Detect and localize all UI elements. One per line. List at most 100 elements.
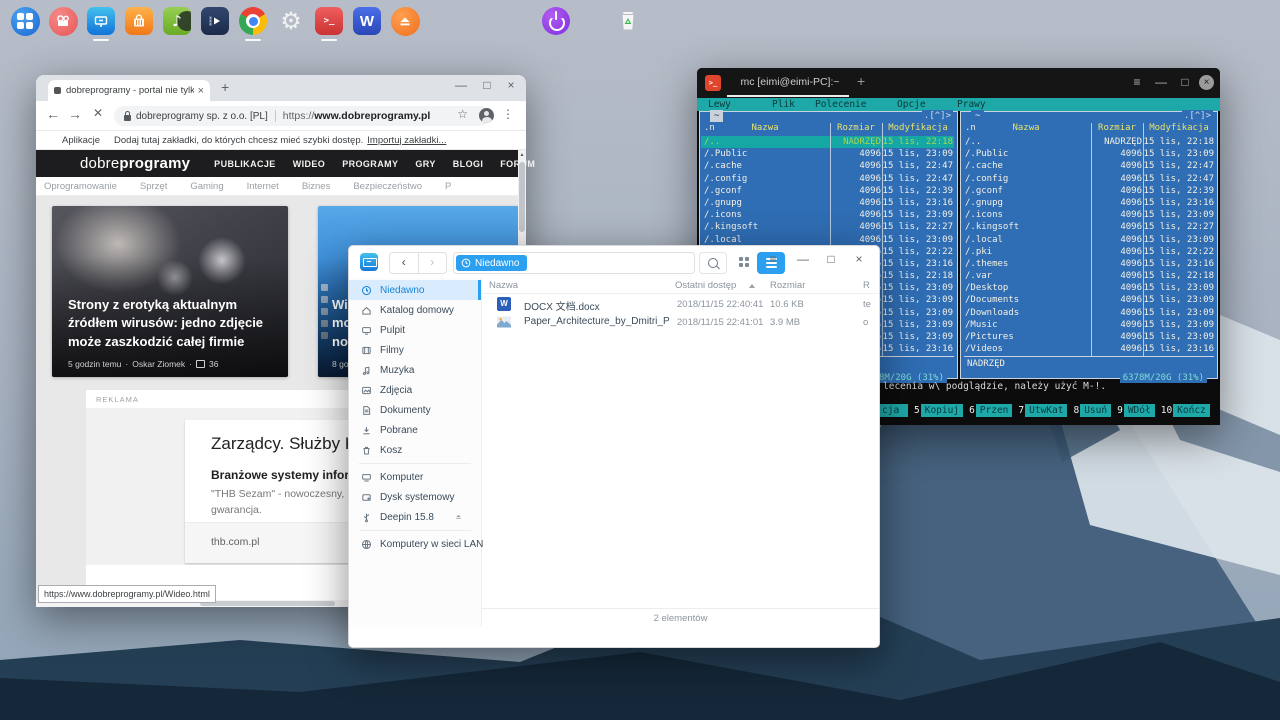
site-logo[interactable]: dobreprogramy xyxy=(80,155,190,172)
vscroll-thumb[interactable] xyxy=(519,162,525,232)
terminal-maximize-button[interactable]: □ xyxy=(1176,75,1194,89)
apps-grid-icon[interactable] xyxy=(48,136,57,145)
sidebar-item-filmy[interactable]: Filmy xyxy=(349,340,481,360)
sidebar-item-muzyka[interactable]: Muzyka xyxy=(349,360,481,380)
dock-trash-icon[interactable] xyxy=(613,6,643,36)
browser-minimize-button[interactable]: — xyxy=(452,78,470,92)
sidebar-item-pulpit[interactable]: Pulpit xyxy=(349,320,481,340)
mc-file-row[interactable]: /.local409615 lis, 23:09 xyxy=(701,234,954,246)
fm-breadcrumb-bar[interactable]: Niedawno xyxy=(453,252,695,274)
mc-column-size[interactable]: Rozmiar xyxy=(1091,123,1143,133)
mc-file-row[interactable]: /Pictures409615 lis, 23:09 xyxy=(962,331,1215,343)
article-title[interactable]: Strony z erotyką aktualnym źródłem wirus… xyxy=(68,296,278,351)
mc-fkey-9[interactable]: 9WDół xyxy=(1117,404,1155,417)
file-row[interactable]: WDOCX 文档.docx2018/11/15 22:40:4110.6 KBt… xyxy=(482,295,879,313)
dock-terminal-icon[interactable]: >_ xyxy=(314,6,344,36)
new-tab-button[interactable]: + xyxy=(221,79,229,95)
bookmark-star-icon[interactable]: ☆ xyxy=(457,107,468,121)
mc-file-row[interactable]: /.gconf409615 lis, 22:39 xyxy=(701,185,954,197)
fm-maximize-button[interactable]: □ xyxy=(821,252,841,266)
mc-menu-prawy[interactable]: Prawy xyxy=(957,99,986,110)
sidebar-item-katalog-domowy[interactable]: Katalog domowy xyxy=(349,300,481,320)
terminal-tab-title[interactable]: mc [eimi@eimi-PC]:~ xyxy=(735,76,845,88)
mc-panel-path[interactable]: ~ xyxy=(971,110,984,122)
sort-ascending-icon[interactable] xyxy=(749,284,755,288)
mc-file-row[interactable]: /Downloads409615 lis, 23:09 xyxy=(962,307,1215,319)
mc-column-size[interactable]: Rozmiar xyxy=(830,123,882,133)
mc-fkey-10[interactable]: 10Kończ xyxy=(1161,404,1210,417)
fm-minimize-button[interactable]: — xyxy=(793,252,813,266)
mc-file-row[interactable]: /Videos409615 lis, 23:16 xyxy=(962,343,1215,355)
mc-column-modified[interactable]: Modyfikacja xyxy=(882,123,954,133)
mc-fkey-7[interactable]: 7UtwKat xyxy=(1018,404,1067,417)
terminal-close-button[interactable]: × xyxy=(1199,75,1214,90)
mc-file-row[interactable]: /.Public409615 lis, 23:09 xyxy=(701,148,954,160)
site-nav-item[interactable]: GRY xyxy=(415,159,435,169)
mc-fkey-8[interactable]: 8Usuń xyxy=(1073,404,1111,417)
mc-column-name[interactable]: Nazwa xyxy=(961,123,1091,133)
mc-file-row[interactable]: /.gconf409615 lis, 22:39 xyxy=(962,185,1215,197)
dock-burn-tool-icon[interactable] xyxy=(390,6,420,36)
mc-right-panel[interactable]: ~.[^]>.nNazwaRozmiarModyfikacja/..NADRZĘ… xyxy=(960,111,1218,379)
terminal-new-tab-button[interactable]: + xyxy=(857,73,865,89)
site-subnav-item[interactable]: Bezpieczeństwo xyxy=(353,181,422,192)
mc-file-row[interactable]: /Desktop409615 lis, 23:09 xyxy=(962,282,1215,294)
sidebar-item-komputery-w-sieci-lan[interactable]: Komputery w sieci LAN xyxy=(349,534,481,554)
mc-file-row[interactable]: /.pki409615 lis, 22:22 xyxy=(962,246,1215,258)
mc-file-row[interactable]: /..NADRZĘD15 lis, 22:18 xyxy=(962,136,1215,148)
dock-music-icon[interactable]: ♪ xyxy=(162,6,192,36)
mc-file-row[interactable]: /.icons409615 lis, 23:09 xyxy=(962,209,1215,221)
fm-forward-button[interactable]: › xyxy=(419,253,447,273)
browser-tab[interactable]: dobreprogramy - portal nie tylk × xyxy=(48,80,210,101)
mc-menu-opcje[interactable]: Opcje xyxy=(897,99,926,110)
profile-avatar[interactable] xyxy=(479,108,494,123)
mc-fkey-6[interactable]: 6Przen xyxy=(969,404,1012,417)
sidebar-item-dysk-systemowy[interactable]: Dysk systemowy xyxy=(349,487,481,507)
mc-file-row[interactable]: /.themes409615 lis, 23:16 xyxy=(962,258,1215,270)
address-bar[interactable]: dobreprogramy sp. z o.o. [PL] https:// w… xyxy=(114,106,490,126)
mc-file-row[interactable]: /.kingsoft409615 lis, 22:27 xyxy=(701,221,954,233)
dock-deepin-movie-icon[interactable] xyxy=(48,6,78,36)
mc-file-row[interactable]: /..NADRZĘD15 lis, 22:18 xyxy=(701,136,954,148)
sidebar-item-kosz[interactable]: Kosz xyxy=(349,440,481,460)
sidebar-item-pobrane[interactable]: Pobrane xyxy=(349,420,481,440)
site-nav-item[interactable]: WIDEO xyxy=(293,159,326,169)
mc-fkey-partial[interactable]: cja xyxy=(878,404,908,417)
dock-file-manager-icon[interactable] xyxy=(86,6,116,36)
certificate-owner[interactable]: dobreprogramy sp. z o.o. [PL] xyxy=(136,111,268,122)
mc-menu-plik[interactable]: Plik xyxy=(772,99,795,110)
site-nav-item[interactable]: BLOGI xyxy=(453,159,484,169)
browser-maximize-button[interactable]: □ xyxy=(478,78,496,92)
mc-file-row[interactable]: /Music409615 lis, 23:09 xyxy=(962,319,1215,331)
mc-file-row[interactable]: /.cache409615 lis, 22:47 xyxy=(701,160,954,172)
browser-menu-icon[interactable]: ⋮ xyxy=(502,107,514,121)
mc-file-row[interactable]: /.cache409615 lis, 22:47 xyxy=(962,160,1215,172)
dock-power-button[interactable] xyxy=(542,7,570,35)
browser-close-button[interactable]: × xyxy=(502,78,520,92)
site-subnav-item[interactable]: Internet xyxy=(247,181,279,192)
hscroll-thumb[interactable] xyxy=(200,601,335,606)
dock-wps-writer-icon[interactable]: W xyxy=(352,6,382,36)
terminal-minimize-button[interactable]: — xyxy=(1152,75,1170,89)
mc-file-row[interactable]: /.gnupg409615 lis, 23:16 xyxy=(962,197,1215,209)
mc-column-name[interactable]: Nazwa xyxy=(700,123,830,133)
column-name[interactable]: Nazwa xyxy=(489,280,518,291)
dock-app-store-icon[interactable] xyxy=(124,6,154,36)
breadcrumb-chip[interactable]: Niedawno xyxy=(456,255,527,271)
mc-file-row[interactable]: /.kingsoft409615 lis, 22:27 xyxy=(962,221,1215,233)
site-nav-item[interactable]: PUBLIKACJE xyxy=(214,159,276,169)
site-subnav-item[interactable]: P xyxy=(445,181,451,192)
site-subnav-item[interactable]: Oprogramowanie xyxy=(44,181,117,192)
fm-search-button[interactable] xyxy=(699,252,727,274)
tab-close-icon[interactable]: × xyxy=(198,85,204,97)
dock-launcher-icon[interactable] xyxy=(10,6,40,36)
column-size[interactable]: Rozmiar xyxy=(770,280,805,291)
fm-back-button[interactable]: ‹ xyxy=(390,253,419,273)
mc-menu-polecenie[interactable]: Polecenie xyxy=(815,99,866,110)
mc-menu-lewy[interactable]: Lewy xyxy=(708,99,731,110)
sidebar-item-dokumenty[interactable]: Dokumenty xyxy=(349,400,481,420)
mc-file-row[interactable]: /.local409615 lis, 23:09 xyxy=(962,234,1215,246)
fm-close-button[interactable]: × xyxy=(849,252,869,266)
column-accessed[interactable]: Ostatni dostęp xyxy=(675,280,736,291)
sidebar-item-deepin-15-8[interactable]: Deepin 15.8 xyxy=(349,507,481,527)
